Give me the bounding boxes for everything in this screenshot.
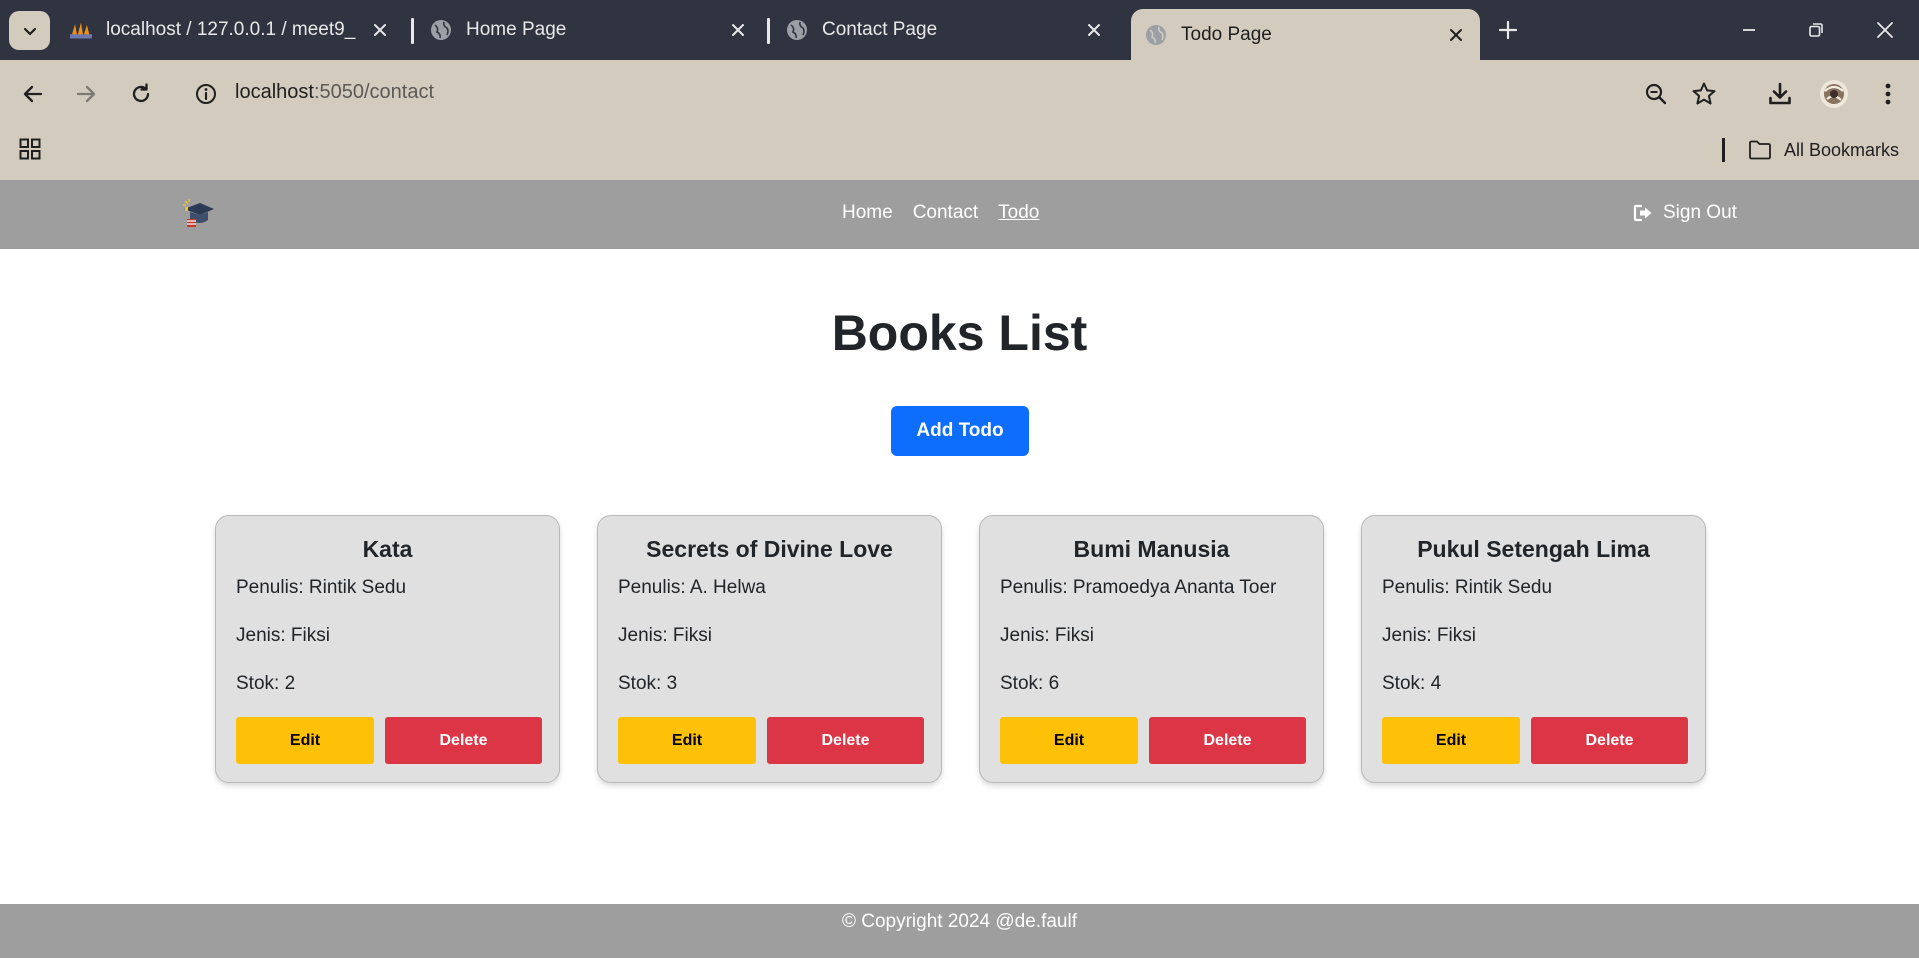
tab-separator [411, 18, 414, 44]
bookmarks-separator [1722, 138, 1725, 162]
graduate-logo-icon [183, 199, 214, 227]
tab-phpmyadmin[interactable]: localhost / 127.0.0.1 / meet9_pa [70, 10, 392, 50]
book-title: Kata [362, 536, 413, 562]
book-genre: Jenis: Fiksi [1382, 625, 1476, 646]
book-author: Penulis: Rintik Sedu [236, 577, 407, 598]
close-window-button[interactable] [1870, 15, 1900, 45]
tab-title: Todo Page [1181, 23, 1272, 45]
book-title: Secrets of Divine Love [646, 536, 893, 562]
all-bookmarks-button[interactable]: All Bookmarks [1748, 136, 1899, 164]
sign-out-icon [1633, 204, 1652, 222]
nav-link-home[interactable]: Home [842, 202, 893, 224]
address-bar[interactable]: localhost:5050/contact [235, 81, 434, 104]
sign-out-label: Sign Out [1663, 202, 1737, 223]
tab-todo-page[interactable]: Todo Page [1131, 9, 1480, 60]
copyright-text: © Copyright 2024 @de.faulf [841, 911, 1078, 932]
book-author: Penulis: Pramoedya Ananta Toer [1000, 577, 1277, 598]
new-tab-button[interactable] [1495, 17, 1521, 43]
book-genre: Jenis: Fiksi [618, 625, 712, 646]
tab-contact-page[interactable]: Contact Page [786, 10, 1106, 50]
tab-separator [767, 18, 770, 44]
browser-toolbar [0, 60, 1919, 180]
downloads-button[interactable] [1764, 78, 1796, 110]
zoom-out-icon [1645, 83, 1667, 105]
globe-icon [1145, 24, 1167, 46]
edit-button[interactable]: Edit [236, 717, 374, 764]
close-icon[interactable] [1082, 18, 1106, 42]
book-genre: Jenis: Fiksi [1000, 625, 1094, 646]
browser-tab-bar: localhost / 127.0.0.1 / meet9_pa Home Pa… [0, 0, 1919, 60]
close-icon[interactable] [726, 18, 750, 42]
book-stock: Stok: 6 [1000, 673, 1060, 694]
site-footer: © Copyright 2024 @de.faulf [0, 904, 1919, 958]
tab-title: localhost / 127.0.0.1 / meet9_pa [106, 19, 356, 40]
close-icon[interactable] [368, 18, 392, 42]
edit-button[interactable]: Edit [618, 717, 756, 764]
all-bookmarks-label: All Bookmarks [1784, 139, 1900, 160]
book-title: Bumi Manusia [1073, 536, 1230, 562]
tab-title: Home Page [466, 19, 567, 40]
folder-icon [1749, 140, 1771, 160]
delete-button[interactable]: Delete [385, 717, 542, 764]
globe-icon [786, 19, 808, 41]
restore-icon [1809, 23, 1823, 37]
globe-icon [430, 19, 452, 41]
site-logo[interactable] [180, 197, 216, 233]
book-card: Secrets of Divine Love Penulis: A. Helwa… [597, 515, 942, 783]
reload-button[interactable] [125, 78, 157, 110]
book-title: Pukul Setengah Lima [1417, 536, 1650, 562]
plus-icon [1498, 20, 1518, 40]
phpmyadmin-icon [70, 19, 92, 41]
book-card: Kata Penulis: Rintik Sedu Jenis: Fiksi S… [215, 515, 560, 783]
minimize-icon [1743, 29, 1755, 31]
book-author: Penulis: A. Helwa [618, 577, 766, 598]
book-stock: Stok: 2 [236, 673, 296, 694]
profile-avatar-button[interactable] [1818, 78, 1850, 110]
close-icon [1877, 22, 1893, 38]
nav-link-contact[interactable]: Contact [913, 202, 978, 224]
book-card: Pukul Setengah Lima Penulis: Rintik Sedu… [1361, 515, 1706, 783]
avatar-icon [1820, 80, 1848, 108]
chevron-down-icon [23, 27, 36, 35]
restore-button[interactable] [1801, 15, 1831, 45]
site-navbar: Home Contact Todo Sign Out [0, 180, 1919, 249]
delete-button[interactable]: Delete [1531, 717, 1688, 764]
apps-button[interactable] [14, 133, 46, 165]
nav-link-todo[interactable]: Todo [998, 202, 1039, 224]
sign-out-link[interactable]: Sign Out [1633, 202, 1737, 224]
back-button[interactable] [17, 78, 49, 110]
delete-button[interactable]: Delete [767, 717, 924, 764]
site-info-button[interactable] [190, 78, 222, 110]
arrow-left-icon [23, 85, 43, 103]
book-stock: Stok: 3 [618, 673, 678, 694]
info-icon [196, 84, 216, 104]
book-stock: Stok: 4 [1382, 673, 1442, 694]
zoom-button[interactable] [1640, 78, 1672, 110]
address-path: :5050/contact [313, 81, 435, 103]
tab-search-button[interactable] [9, 11, 50, 50]
page-title: Books List [831, 305, 1088, 361]
book-card: Bumi Manusia Penulis: Pramoedya Ananta T… [979, 515, 1324, 783]
reload-icon [132, 83, 150, 103]
more-vertical-icon [1885, 83, 1891, 105]
add-todo-button[interactable]: Add Todo [891, 406, 1029, 456]
download-icon [1769, 82, 1791, 105]
book-genre: Jenis: Fiksi [236, 625, 330, 646]
edit-button[interactable]: Edit [1000, 717, 1138, 764]
tab-title: Contact Page [822, 19, 938, 40]
forward-button[interactable] [70, 78, 102, 110]
minimize-button[interactable] [1734, 15, 1764, 45]
bookmark-star-button[interactable] [1688, 78, 1720, 110]
address-host: localhost [235, 81, 314, 103]
tab-home-page[interactable]: Home Page [430, 10, 750, 50]
menu-button[interactable] [1872, 78, 1904, 110]
arrow-right-icon [76, 85, 96, 103]
delete-button[interactable]: Delete [1149, 717, 1306, 764]
apps-grid-icon [19, 138, 41, 160]
star-icon [1692, 82, 1716, 105]
edit-button[interactable]: Edit [1382, 717, 1520, 764]
book-author: Penulis: Rintik Sedu [1382, 577, 1553, 598]
nav-links: Home Contact Todo [842, 202, 1039, 224]
close-icon[interactable] [1444, 23, 1468, 47]
